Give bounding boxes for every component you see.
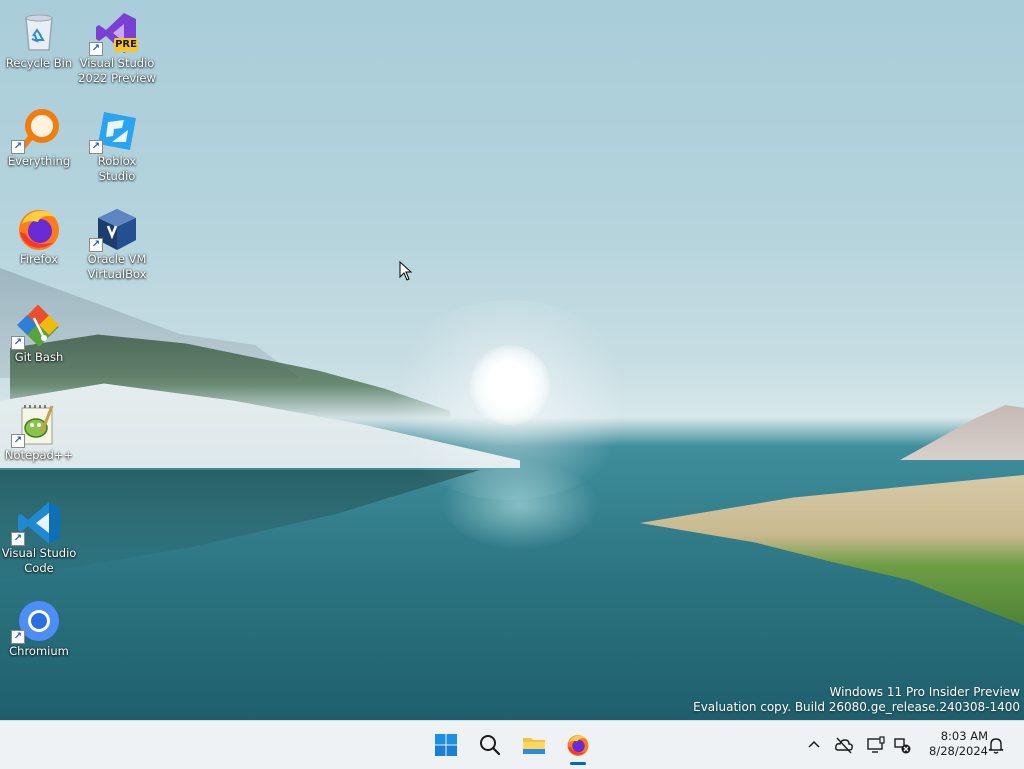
desktop-icon-everything[interactable]: ↗ Everything bbox=[0, 102, 78, 192]
preview-badge: PRE bbox=[115, 39, 137, 50]
chevron-up-icon[interactable] bbox=[804, 735, 824, 755]
file-explorer-button[interactable] bbox=[514, 725, 554, 765]
desktop-icon-roblox-studio[interactable]: ↗ Roblox Studio bbox=[78, 102, 156, 192]
mountain-right bbox=[900, 405, 1024, 460]
bell-icon[interactable] bbox=[986, 735, 1006, 755]
shortcut-arrow-icon: ↗ bbox=[11, 140, 25, 154]
start-button[interactable] bbox=[426, 725, 466, 765]
desktop-icon-chromium[interactable]: ↗ Chromium bbox=[0, 592, 78, 682]
desktop-icon-oracle-vm-virtualbox[interactable]: ↗ Oracle VM VirtualBox bbox=[78, 200, 156, 290]
shortcut-arrow-icon: ↗ bbox=[11, 336, 25, 350]
firefox-icon bbox=[19, 210, 59, 250]
shortcut-arrow-icon: ↗ bbox=[89, 140, 103, 154]
shortcut-arrow-icon: ↗ bbox=[11, 630, 25, 644]
shortcut-arrow-icon: ↗ bbox=[89, 42, 103, 56]
desktop-icon-label: Recycle Bin bbox=[5, 56, 73, 70]
clock-time: 8:03 AM bbox=[940, 729, 988, 743]
system-clock[interactable]: 8:03 AM 8/28/2024 bbox=[918, 729, 988, 759]
desktop-icon-label: Chromium bbox=[9, 644, 69, 658]
windows-evaluation-watermark: Windows 11 Pro Insider Preview Evaluatio… bbox=[693, 685, 1020, 715]
desktop-icon-firefox[interactable]: Firefox bbox=[0, 200, 78, 290]
network-disconnected-icon[interactable] bbox=[892, 735, 912, 755]
desktop-icon-label: Visual Studio Code bbox=[1, 546, 77, 575]
desktop-icon-visual-studio-code[interactable]: ↗ Visual Studio Code bbox=[0, 494, 78, 584]
desktop-icon-label: Everything bbox=[7, 154, 71, 168]
search-icon bbox=[480, 735, 501, 756]
desktop-icon-label: Roblox Studio bbox=[97, 154, 137, 183]
search-button[interactable] bbox=[470, 725, 510, 765]
mouse-pointer-icon bbox=[399, 261, 413, 281]
firefox-icon bbox=[567, 735, 589, 756]
display-icon[interactable] bbox=[866, 735, 886, 755]
desktop-icon-label: Firefox bbox=[19, 252, 59, 266]
desktop-icon-label: Oracle VM VirtualBox bbox=[87, 252, 147, 281]
shortcut-arrow-icon: ↗ bbox=[11, 434, 25, 448]
desktop-icon-label: Visual Studio 2022 Preview bbox=[78, 56, 156, 85]
onedrive-offline-icon[interactable] bbox=[834, 735, 854, 755]
clock-date: 8/28/2024 bbox=[929, 744, 988, 758]
watermark-edition: Windows 11 Pro Insider Preview bbox=[829, 685, 1020, 699]
desktop-icon-git-bash[interactable]: ↗ Git Bash bbox=[0, 298, 78, 388]
grassy-shore bbox=[640, 475, 1024, 625]
desktop-background[interactable]: Recycle Bin PRE ↗ Visual Studio 2022 Pre… bbox=[0, 0, 1024, 720]
running-indicator bbox=[570, 762, 586, 765]
desktop-icon-label: Notepad++ bbox=[4, 448, 74, 462]
desktop-icon-recycle-bin[interactable]: Recycle Bin bbox=[0, 4, 78, 94]
windows-start-icon bbox=[435, 734, 457, 756]
watermark-build: Evaluation copy. Build 26080.ge_release.… bbox=[693, 700, 1020, 714]
desktop-icon-notepad-plus-plus[interactable]: ↗ Notepad++ bbox=[0, 396, 78, 486]
taskbar: 8:03 AM 8/28/2024 bbox=[0, 720, 1024, 769]
desktop-icon-visual-studio-2022-preview[interactable]: PRE ↗ Visual Studio 2022 Preview bbox=[78, 4, 156, 94]
recycle-bin-icon bbox=[25, 14, 53, 51]
shortcut-arrow-icon: ↗ bbox=[89, 238, 103, 252]
firefox-taskbar-button[interactable] bbox=[558, 725, 598, 765]
water-glint bbox=[440, 460, 600, 550]
shortcut-arrow-icon: ↗ bbox=[11, 532, 25, 546]
file-explorer-icon bbox=[523, 738, 545, 754]
sun bbox=[470, 345, 550, 425]
desktop-icon-label: Git Bash bbox=[14, 350, 64, 364]
